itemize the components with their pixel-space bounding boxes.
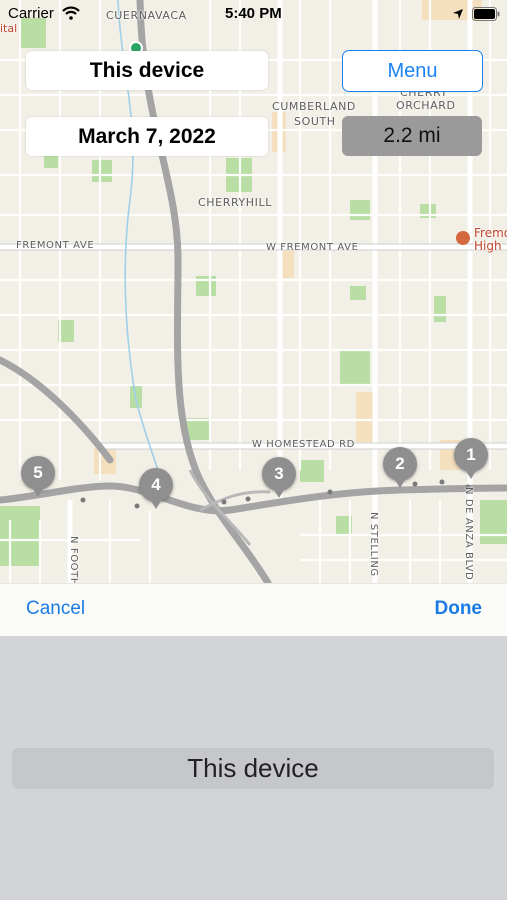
map-label-w-homestead-rd: W HOMESTEAD RD <box>252 439 355 450</box>
date-selector-button[interactable]: March 7, 2022 <box>26 117 268 156</box>
map-label-orchard: ORCHARD <box>396 99 456 112</box>
map-label-n-de-anza: N DE ANZA BLVD <box>463 487 474 581</box>
device-picker[interactable]: This device <box>0 636 507 900</box>
map-label-fremont-high-1: Fremo <box>474 226 507 240</box>
route-marker-4[interactable]: 4 <box>139 468 173 509</box>
status-bar: Carrier 5:40 PM <box>0 0 507 28</box>
map-label-fremont-high-2: High <box>474 239 502 253</box>
route-marker-2[interactable]: 2 <box>383 447 417 488</box>
status-time: 5:40 PM <box>225 5 282 22</box>
map-label-cherryhill: CHERRYHILL <box>198 196 272 209</box>
battery-icon <box>472 7 500 21</box>
menu-button[interactable]: Menu <box>342 50 483 92</box>
map-label-n-foothill: N FOOTH <box>68 536 79 583</box>
picker-selected-row[interactable]: This device <box>12 748 494 789</box>
map-label-cumberland: CUMBERLAND <box>272 100 356 113</box>
map-label-w-fremont-ave: W FREMONT AVE <box>266 242 359 253</box>
map-label-n-stelling: N STELLING <box>368 512 379 577</box>
carrier-label: Carrier <box>8 5 54 22</box>
location-arrow-icon <box>453 9 463 19</box>
cancel-button[interactable]: Cancel <box>26 598 85 620</box>
device-selector-button[interactable]: This device <box>26 51 268 90</box>
route-marker-3[interactable]: 3 <box>262 457 296 498</box>
route-marker-5[interactable]: 5 <box>21 456 55 497</box>
map-label-south: SOUTH <box>294 115 336 128</box>
distance-badge: 2.2 mi <box>342 116 482 156</box>
map-label-fremont-ave: FREMONT AVE <box>16 240 95 251</box>
done-button[interactable]: Done <box>435 598 483 620</box>
picker-toolbar: Cancel Done <box>0 583 507 637</box>
wifi-icon <box>62 6 80 20</box>
route-marker-1[interactable]: 1 <box>454 438 488 479</box>
